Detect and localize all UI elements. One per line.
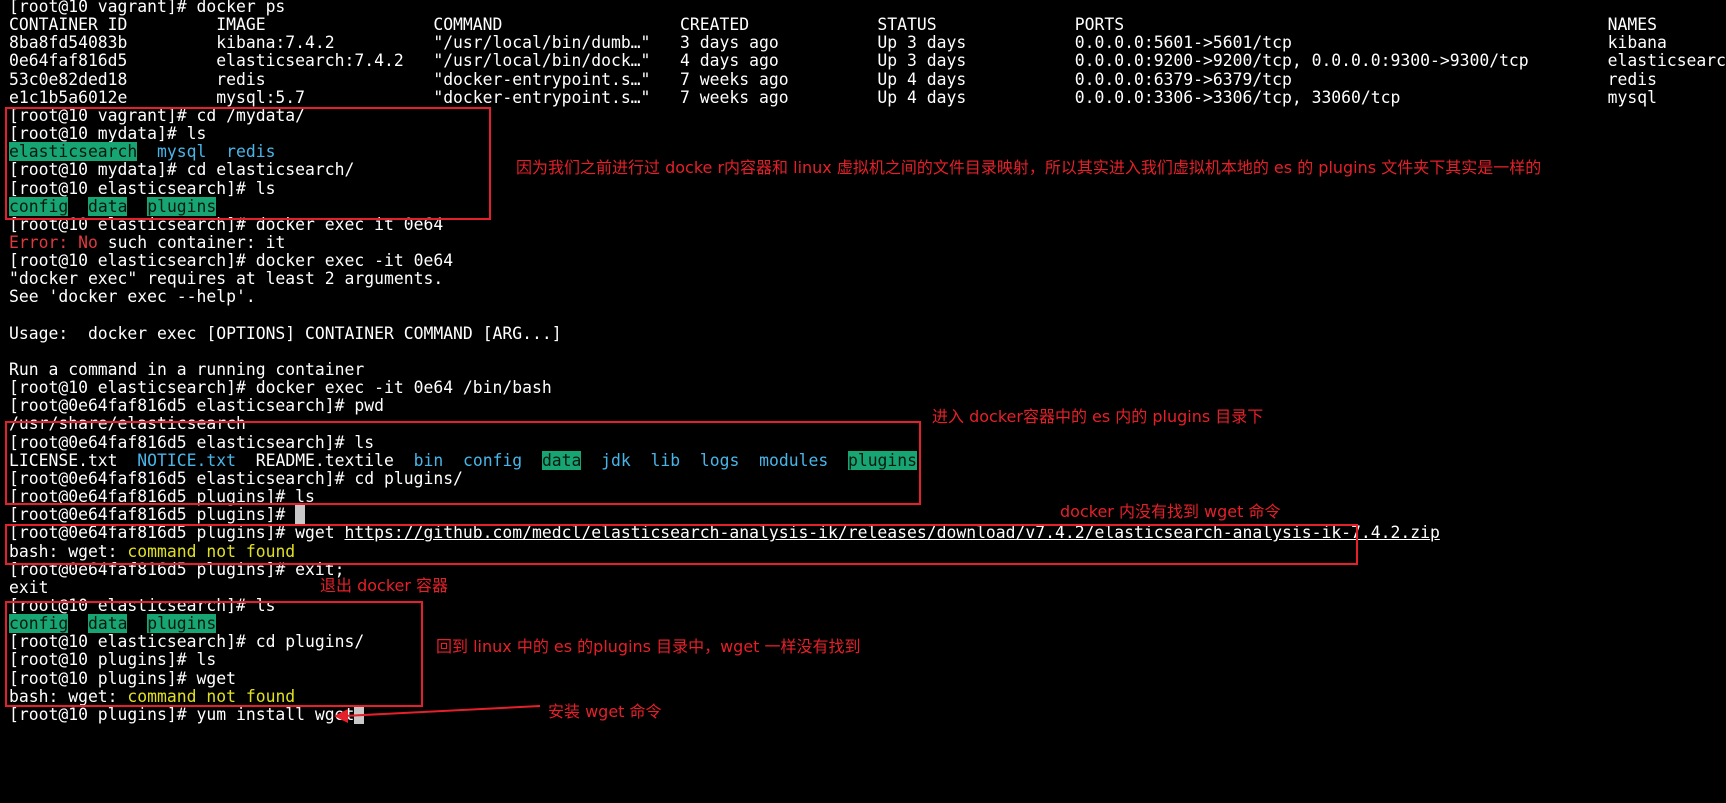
terminal-line: 0e64faf816d5 elasticsearch:7.4.2 "/usr/l…	[9, 51, 1726, 71]
terminal-text: e1c1b5a6012e mysql:5.7 "docker-entrypoin…	[9, 87, 1657, 107]
annotation-note-exit: 退出 docker 容器	[320, 576, 449, 595]
terminal-text: CONTAINER ID IMAGE COMMAND CREATED STATU…	[9, 15, 1657, 35]
terminal-cursor	[295, 505, 306, 525]
terminal-line: e1c1b5a6012e mysql:5.7 "docker-entrypoin…	[9, 88, 1657, 108]
terminal-text: 0e64faf816d5 elasticsearch:7.4.2 "/usr/l…	[9, 51, 1726, 71]
terminal-text: Error:	[9, 232, 79, 252]
terminal-text: See 'docker exec --help'.	[9, 287, 256, 307]
terminal-text: [root@10 elasticsearch]# docker exec -it…	[9, 251, 454, 271]
terminal-line: [root@10 elasticsearch]# docker exec -it…	[9, 251, 453, 271]
terminal-text: [root@10 plugins]# yum install wget	[9, 704, 355, 724]
terminal-text: "docker exec" requires at least 2 argume…	[9, 269, 444, 289]
annotation-note-no-wget: docker 内没有找到 wget 命令	[1060, 502, 1281, 521]
terminal-line: [root@10 plugins]# yum install wget	[9, 704, 365, 725]
annotation-note-enter-docker: 进入 docker容器中的 es 内的 plugins 目录下	[932, 407, 1264, 426]
terminal-line: "docker exec" requires at least 2 argume…	[9, 269, 443, 289]
annotation-note-mydata: 因为我们之前进行过 docke r内容器和 linux 虚拟机之间的文件目录映射…	[516, 158, 1542, 177]
terminal-text: [root@10 elasticsearch]# docker exec -it…	[9, 378, 552, 398]
terminal-text: exit	[9, 577, 49, 597]
terminal-line: Run a command in a running container	[9, 360, 364, 380]
annotation-arrow-icon	[334, 705, 541, 723]
terminal-text: [root@10 vagrant]# docker ps	[9, 0, 286, 16]
terminal-text: Run a command in a running container	[9, 360, 365, 379]
terminal-line: 53c0e82ded18 redis "docker-entrypoint.s……	[9, 70, 1657, 90]
terminal-line: [root@0e64faf816d5 elasticsearch]# pwd	[9, 396, 384, 416]
terminal-line: Error: No such container: it	[9, 233, 285, 253]
terminal-line: CONTAINER ID IMAGE COMMAND CREATED STATU…	[9, 15, 1657, 35]
terminal-line: See 'docker exec --help'.	[9, 287, 256, 307]
terminal-line: Usage: docker exec [OPTIONS] CONTAINER C…	[9, 324, 562, 344]
annotation-box-mydata	[5, 107, 491, 220]
terminal-text: [root@0e64faf816d5 elasticsearch]# pwd	[9, 396, 384, 416]
terminal-text: Usage: docker exec [OPTIONS] CONTAINER C…	[9, 323, 562, 343]
annotation-box-wget-docker	[5, 524, 1358, 565]
terminal-text: No	[78, 232, 98, 252]
terminal-text: 53c0e82ded18 redis "docker-entrypoint.s……	[9, 69, 1657, 89]
terminal-line: exit	[9, 578, 48, 598]
terminal-window[interactable]: [root@10 vagrant]# docker ps CONTAINER ID…	[0, 0, 1726, 803]
annotation-note-back-linux: 回到 linux 中的 es 的plugins 目录中，wget 一样没有找到	[436, 637, 861, 656]
terminal-line: [root@0e64faf816d5 plugins]#	[9, 505, 306, 525]
terminal-text: such container: it	[97, 232, 286, 252]
terminal-line: [root@10 elasticsearch]# docker exec -it…	[9, 378, 552, 398]
annotation-box-linux-plugins	[5, 601, 423, 707]
terminal-line: 8ba8fd54083b kibana:7.4.2 "/usr/local/bi…	[9, 33, 1667, 53]
terminal-text: [root@0e64faf816d5 plugins]#	[9, 505, 296, 525]
terminal-text: 8ba8fd54083b kibana:7.4.2 "/usr/local/bi…	[9, 33, 1667, 53]
annotation-note-install: 安装 wget 命令	[548, 702, 662, 721]
annotation-box-docker-ls	[5, 421, 921, 505]
